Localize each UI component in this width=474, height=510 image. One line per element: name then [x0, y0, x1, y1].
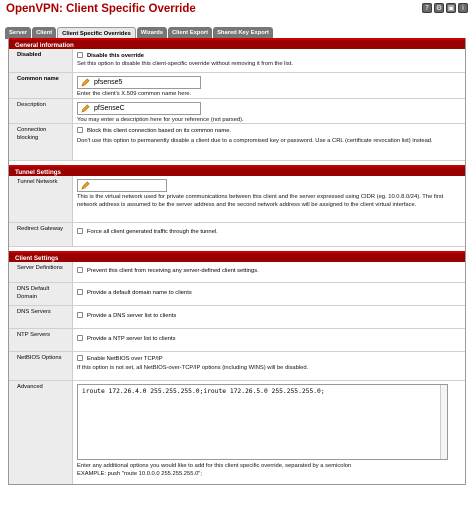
general-section: General information Disabled Disable thi…	[9, 38, 465, 161]
row-server-definitions: Server Definitions Prevent this client f…	[9, 262, 465, 283]
pencil-icon	[81, 181, 90, 190]
description-input[interactable]: pfSenseC	[77, 102, 201, 115]
redirect-gateway-checkbox[interactable]	[77, 228, 83, 234]
tunnel-network-desc: This is the virtual network used for pri…	[77, 194, 444, 208]
pencil-icon	[81, 104, 90, 113]
pencil-icon	[81, 78, 90, 87]
label-advanced: Advanced	[9, 381, 72, 484]
value-tunnel-network: This is the virtual network used for pri…	[72, 176, 465, 222]
value-disabled: Disable this override Set this option to…	[72, 49, 465, 72]
info-icon[interactable]: i	[458, 3, 468, 13]
common-name-value: pfsense5	[94, 79, 123, 86]
value-server-definitions: Prevent this client from receiving any s…	[72, 262, 465, 282]
row-netbios: NetBIOS Options Enable NetBIOS over TCP/…	[9, 352, 465, 381]
netbios-checkbox[interactable]	[77, 355, 83, 361]
disabled-checkbox-label: Disable this override	[87, 53, 145, 59]
settings-panel: General information Disabled Disable thi…	[8, 38, 466, 485]
title-bar: OpenVPN: Client Specific Override ? ⚙ ▣ …	[0, 0, 474, 22]
label-dns-default-domain: DNS Default Domain	[9, 283, 72, 305]
label-common-name: Common name	[9, 73, 72, 98]
value-advanced: iroute 172.26.4.0 255.255.255.0;iroute 1…	[72, 381, 465, 484]
settings-icon[interactable]: ⚙	[434, 3, 444, 13]
tunnel-network-input[interactable]	[77, 179, 167, 192]
dns-servers-checkbox[interactable]	[77, 312, 83, 318]
label-disabled: Disabled	[9, 49, 72, 72]
client-section: Client Settings Server Definitions Preve…	[9, 251, 465, 484]
label-ntp-servers: NTP Servers	[9, 329, 72, 351]
server-definitions-checkbox[interactable]	[77, 267, 83, 273]
advanced-desc: Enter any additional options you would l…	[77, 463, 352, 469]
disabled-checkbox[interactable]	[77, 52, 83, 58]
ntp-servers-checkbox-label: Provide a NTP server list to clients	[87, 336, 176, 342]
lock-icon[interactable]: ▣	[446, 3, 456, 13]
label-redirect-gateway: Redirect Gateway	[9, 223, 72, 246]
row-dns-servers: DNS Servers Provide a DNS server list to…	[9, 306, 465, 329]
textarea-scrollbar[interactable]	[440, 385, 447, 459]
connection-blocking-checkbox[interactable]	[77, 127, 83, 133]
value-ntp-servers: Provide a NTP server list to clients	[72, 329, 465, 351]
dns-default-domain-checkbox[interactable]	[77, 289, 83, 295]
value-netbios: Enable NetBIOS over TCP/IP If this optio…	[72, 352, 465, 380]
redirect-gateway-checkbox-label: Force all client generated traffic throu…	[87, 229, 218, 235]
help-icon[interactable]: ?	[422, 3, 432, 13]
label-connection-blocking: Connection blocking	[9, 124, 72, 160]
row-advanced: Advanced iroute 172.26.4.0 255.255.255.0…	[9, 381, 465, 484]
advanced-value: iroute 172.26.4.0 255.255.255.0;iroute 1…	[82, 388, 325, 395]
label-server-definitions: Server Definitions	[9, 262, 72, 282]
connection-blocking-desc: Don't use this option to permanently dis…	[77, 137, 433, 144]
netbios-checkbox-label: Enable NetBIOS over TCP/IP	[87, 356, 163, 362]
row-ntp-servers: NTP Servers Provide a NTP server list to…	[9, 329, 465, 352]
connection-blocking-checkbox-label: Block this client connection based on it…	[87, 128, 232, 134]
value-dns-servers: Provide a DNS server list to clients	[72, 306, 465, 328]
section-header-general: General information	[9, 38, 465, 49]
netbios-desc: If this option is not set, all NetBIOS-o…	[77, 364, 309, 371]
title-icons: ? ⚙ ▣ i	[422, 3, 468, 13]
dns-default-domain-checkbox-label: Provide a default domain name to clients	[87, 290, 192, 296]
value-connection-blocking: Block this client connection based on it…	[72, 124, 465, 160]
row-redirect-gateway: Redirect Gateway Force all client genera…	[9, 223, 465, 247]
page-title: OpenVPN: Client Specific Override	[6, 3, 196, 15]
value-dns-default-domain: Provide a default domain name to clients	[72, 283, 465, 305]
server-definitions-checkbox-label: Prevent this client from receiving any s…	[87, 268, 259, 274]
row-common-name: Common name pfsense5 Enter the client's …	[9, 73, 465, 99]
row-dns-default-domain: DNS Default Domain Provide a default dom…	[9, 283, 465, 306]
disabled-desc: Set this option to disable this client-s…	[77, 60, 293, 67]
value-description: pfSenseC You may enter a description her…	[72, 99, 465, 123]
ntp-servers-checkbox[interactable]	[77, 335, 83, 341]
row-tunnel-network: Tunnel Network This is the virtual netwo…	[9, 176, 465, 223]
row-description: Description pfSenseC You may enter a des…	[9, 99, 465, 124]
advanced-textarea[interactable]: iroute 172.26.4.0 255.255.255.0;iroute 1…	[77, 384, 448, 460]
row-connection-blocking: Connection blocking Block this client co…	[9, 124, 465, 161]
label-tunnel-network: Tunnel Network	[9, 176, 72, 222]
advanced-example: EXAMPLE: push "route 10.0.0.0 255.255.25…	[77, 470, 202, 477]
tunnel-section: Tunnel Settings Tunnel Network This is t…	[9, 165, 465, 247]
row-disabled: Disabled Disable this override Set this …	[9, 49, 465, 73]
value-redirect-gateway: Force all client generated traffic throu…	[72, 223, 465, 246]
section-header-tunnel: Tunnel Settings	[9, 165, 465, 176]
value-common-name: pfsense5 Enter the client's X.509 common…	[72, 73, 465, 98]
dns-servers-checkbox-label: Provide a DNS server list to clients	[87, 313, 177, 319]
label-netbios: NetBIOS Options	[9, 352, 72, 380]
section-header-client: Client Settings	[9, 251, 465, 262]
common-name-input[interactable]: pfsense5	[77, 76, 201, 89]
description-value: pfSenseC	[94, 105, 125, 112]
common-name-desc: Enter the client's X.509 common name her…	[77, 91, 192, 97]
label-description: Description	[9, 99, 72, 123]
label-dns-servers: DNS Servers	[9, 306, 72, 328]
